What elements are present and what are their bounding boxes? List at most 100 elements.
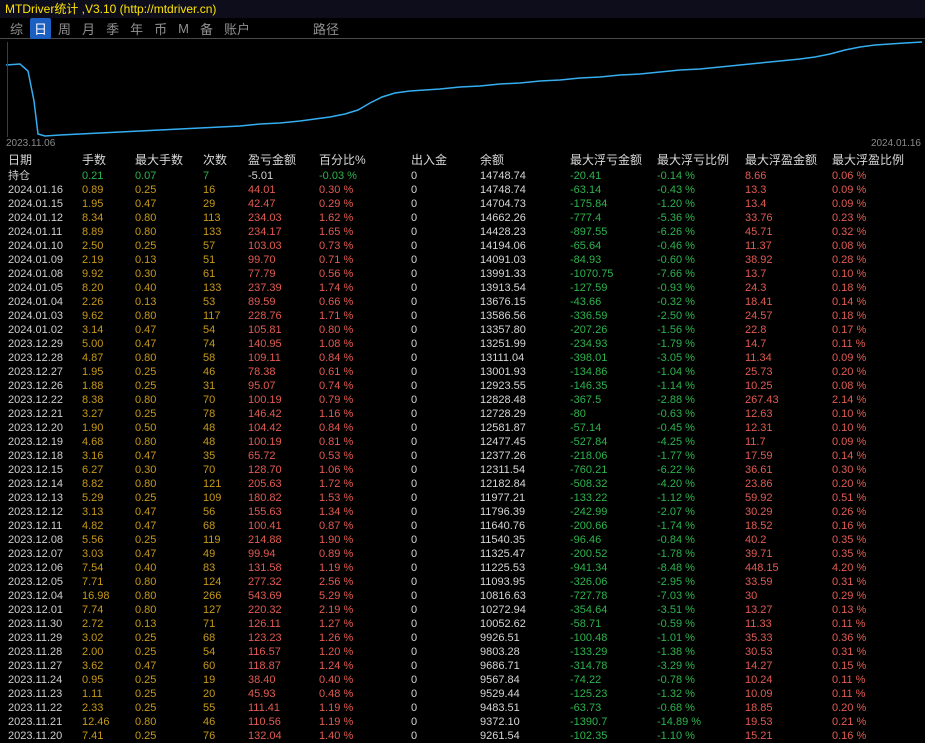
column-header-4[interactable]: 盈亏金额	[248, 151, 319, 168]
cell-5: -0.03 %	[319, 169, 411, 183]
column-header-1[interactable]: 手数	[82, 151, 135, 168]
table-row[interactable]: 2024.01.102.500.2557103.030.73 %014194.0…	[0, 239, 925, 253]
table-row[interactable]: 2023.12.135.290.25109180.821.53 %011977.…	[0, 491, 925, 505]
cell-1: 6.27	[82, 463, 135, 477]
cell-10: 17.59	[745, 449, 832, 463]
table-row[interactable]: 2023.12.201.900.5048104.420.84 %012581.8…	[0, 421, 925, 435]
table-row[interactable]: 2024.01.118.890.80133234.171.65 %014428.…	[0, 225, 925, 239]
table-row[interactable]: 2023.12.213.270.2578146.421.16 %012728.2…	[0, 407, 925, 421]
table-body: 持仓0.210.077-5.01-0.03 %014748.74-20.41-0…	[0, 169, 925, 743]
cell-1: 2.00	[82, 645, 135, 659]
column-header-6[interactable]: 出入金	[411, 151, 480, 168]
cell-5: 0.61 %	[319, 365, 411, 379]
menu-item-综[interactable]: 综	[6, 18, 27, 39]
table-row[interactable]: 2023.12.194.680.8048100.190.81 %012477.4…	[0, 435, 925, 449]
cell-1: 3.14	[82, 323, 135, 337]
table-row[interactable]: 2023.12.183.160.473565.720.53 %012377.26…	[0, 449, 925, 463]
table-row[interactable]: 2023.11.222.330.2555111.411.19 %09483.51…	[0, 701, 925, 715]
menu-item-月[interactable]: 月	[78, 18, 99, 39]
equity-chart[interactable]: 2023.11.06 2024.01.16	[0, 39, 925, 150]
table-row[interactable]: 2024.01.042.260.135389.590.66 %013676.15…	[0, 295, 925, 309]
table-row[interactable]: 2024.01.151.950.472942.470.29 %014704.73…	[0, 197, 925, 211]
cell-9: -7.03 %	[657, 589, 745, 603]
table-row[interactable]: 2024.01.092.190.135199.700.71 %014091.03…	[0, 253, 925, 267]
cell-5: 0.71 %	[319, 253, 411, 267]
cell-8: -43.66	[570, 295, 657, 309]
cell-3: 70	[203, 393, 248, 407]
cell-10: 13.7	[745, 267, 832, 281]
column-header-11[interactable]: 最大浮盈比例	[832, 151, 925, 168]
cell-10: 448.15	[745, 561, 832, 575]
column-header-10[interactable]: 最大浮盈金额	[745, 151, 832, 168]
table-row[interactable]: 2023.12.148.820.80121205.631.72 %012182.…	[0, 477, 925, 491]
table-row[interactable]: 2023.11.231.110.252045.930.48 %09529.44-…	[0, 687, 925, 701]
column-header-0[interactable]: 日期	[8, 151, 82, 168]
table-row[interactable]: 2023.12.228.380.8070100.190.79 %012828.4…	[0, 393, 925, 407]
table-row[interactable]: 2023.11.240.950.251938.400.40 %09567.84-…	[0, 673, 925, 687]
cell-2: 0.07	[135, 169, 203, 183]
menu-item-备[interactable]: 备	[196, 18, 217, 39]
table-row[interactable]: 2023.11.207.410.2576132.041.40 %09261.54…	[0, 729, 925, 743]
cell-10: 11.33	[745, 617, 832, 631]
column-header-2[interactable]: 最大手数	[135, 151, 203, 168]
table-row[interactable]: 2024.01.128.340.80113234.031.62 %014662.…	[0, 211, 925, 225]
cell-0: 2024.01.02	[8, 323, 82, 337]
table-row[interactable]: 2023.12.073.030.474999.940.89 %011325.47…	[0, 547, 925, 561]
table-row[interactable]: 2024.01.039.620.80117228.761.71 %013586.…	[0, 309, 925, 323]
table-row[interactable]: 2023.12.123.130.4756155.631.34 %011796.3…	[0, 505, 925, 519]
cell-10: 13.4	[745, 197, 832, 211]
table-row[interactable]: 2024.01.058.200.40133237.391.74 %013913.…	[0, 281, 925, 295]
table-row[interactable]: 2023.12.067.540.4083131.581.19 %011225.5…	[0, 561, 925, 575]
cell-8: -175.84	[570, 197, 657, 211]
menu-item-path[interactable]: 路径	[313, 19, 339, 38]
cell-10: 25.73	[745, 365, 832, 379]
table-row[interactable]: 2024.01.089.920.306177.790.56 %013991.33…	[0, 267, 925, 281]
cell-9: -1.77 %	[657, 449, 745, 463]
cell-1: 0.95	[82, 673, 135, 687]
table-row[interactable]: 2023.12.085.560.25119214.881.90 %011540.…	[0, 533, 925, 547]
table-row[interactable]: 2024.01.023.140.4754105.810.80 %013357.8…	[0, 323, 925, 337]
column-header-5[interactable]: 百分比%	[319, 151, 411, 168]
table-row[interactable]: 2023.12.261.880.253195.070.74 %012923.55…	[0, 379, 925, 393]
cell-9: -4.25 %	[657, 435, 745, 449]
cell-0: 2024.01.11	[8, 225, 82, 239]
cell-8: -777.4	[570, 211, 657, 225]
cell-4: 100.19	[248, 393, 319, 407]
table-row[interactable]: 2024.01.160.890.251644.010.30 %014748.74…	[0, 183, 925, 197]
menu-item-季[interactable]: 季	[102, 18, 123, 39]
table-row[interactable]: 2023.11.2112.460.8046110.561.19 %09372.1…	[0, 715, 925, 729]
menu-item-币[interactable]: 币	[150, 18, 171, 39]
cell-3: 78	[203, 407, 248, 421]
table-row[interactable]: 2023.12.284.870.8058109.110.84 %013111.0…	[0, 351, 925, 365]
table-row[interactable]: 2023.12.156.270.3070128.701.06 %012311.5…	[0, 463, 925, 477]
cell-2: 0.80	[135, 589, 203, 603]
table-row[interactable]: 2023.12.114.820.4768100.410.87 %011640.7…	[0, 519, 925, 533]
column-header-3[interactable]: 次数	[203, 151, 248, 168]
cell-8: -74.22	[570, 673, 657, 687]
column-header-8[interactable]: 最大浮亏金额	[570, 151, 657, 168]
table-row[interactable]: 2023.12.295.000.4774140.951.08 %013251.9…	[0, 337, 925, 351]
menu-item-日[interactable]: 日	[30, 18, 51, 39]
cell-11: 0.18 %	[832, 309, 925, 323]
position-row[interactable]: 持仓0.210.077-5.01-0.03 %014748.74-20.41-0…	[0, 169, 925, 183]
menu-item-周[interactable]: 周	[54, 18, 75, 39]
menu-item-M[interactable]: M	[174, 20, 193, 37]
cell-7: 9686.71	[480, 659, 570, 673]
cell-4: 45.93	[248, 687, 319, 701]
table-row[interactable]: 2023.11.282.000.2554116.571.20 %09803.28…	[0, 645, 925, 659]
menu-item-年[interactable]: 年	[126, 18, 147, 39]
cell-10: 11.7	[745, 435, 832, 449]
column-header-7[interactable]: 余额	[480, 151, 570, 168]
table-row[interactable]: 2023.11.273.620.4760118.871.24 %09686.71…	[0, 659, 925, 673]
table-row[interactable]: 2023.11.293.020.2568123.231.26 %09926.51…	[0, 631, 925, 645]
cell-2: 0.30	[135, 463, 203, 477]
cell-1: 2.72	[82, 617, 135, 631]
table-row[interactable]: 2023.12.271.950.254678.380.61 %013001.93…	[0, 365, 925, 379]
table-row[interactable]: 2023.11.302.720.1371126.111.27 %010052.6…	[0, 617, 925, 631]
table-row[interactable]: 2023.12.057.710.80124277.322.56 %011093.…	[0, 575, 925, 589]
menu-item-账户[interactable]: 账户	[220, 18, 254, 39]
table-row[interactable]: 2023.12.017.740.80127220.322.19 %010272.…	[0, 603, 925, 617]
table-row[interactable]: 2023.12.0416.980.80266543.695.29 %010816…	[0, 589, 925, 603]
cell-9: -1.78 %	[657, 547, 745, 561]
column-header-9[interactable]: 最大浮亏比例	[657, 151, 745, 168]
